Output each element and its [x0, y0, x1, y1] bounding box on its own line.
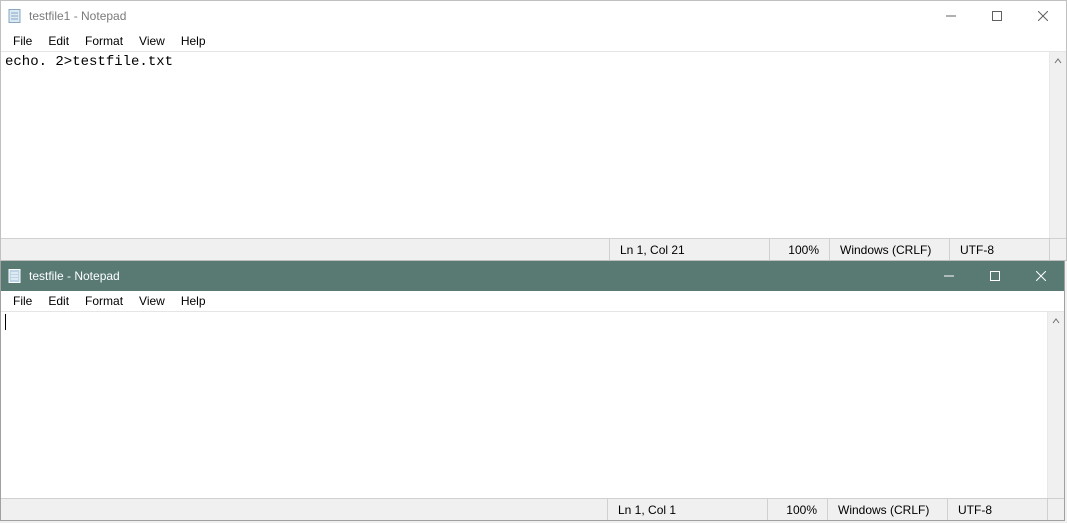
- status-position: Ln 1, Col 21: [609, 239, 769, 260]
- menu-view[interactable]: View: [131, 32, 173, 50]
- window-title: testfile - Notepad: [29, 269, 120, 283]
- notepad-window-1: testfile1 - Notepad File Edit Format Vie…: [0, 0, 1067, 261]
- text-area-wrap-1: echo. 2>testfile.txt: [1, 52, 1066, 238]
- minimize-button[interactable]: [928, 1, 974, 31]
- status-zoom: 100%: [769, 239, 829, 260]
- resize-grip[interactable]: [1049, 239, 1066, 260]
- text-area[interactable]: echo. 2>testfile.txt: [1, 52, 1049, 238]
- notepad-icon: [7, 8, 23, 24]
- notepad-icon: [7, 268, 23, 284]
- notepad-window-2: testfile - Notepad File Edit Format View…: [0, 261, 1065, 521]
- maximize-button[interactable]: [974, 1, 1020, 31]
- menu-view[interactable]: View: [131, 292, 173, 310]
- close-button[interactable]: [1020, 1, 1066, 31]
- text-area-wrap-2: [1, 312, 1064, 498]
- status-encoding: UTF-8: [947, 499, 1047, 520]
- titlebar-2[interactable]: testfile - Notepad: [1, 261, 1064, 291]
- minimize-button[interactable]: [926, 261, 972, 291]
- menu-format[interactable]: Format: [77, 32, 131, 50]
- scroll-up-icon[interactable]: [1050, 52, 1067, 69]
- scroll-up-icon[interactable]: [1048, 312, 1065, 329]
- menu-help[interactable]: Help: [173, 32, 214, 50]
- close-button[interactable]: [1018, 261, 1064, 291]
- text-cursor: [5, 314, 6, 330]
- statusbar-1: Ln 1, Col 21 100% Windows (CRLF) UTF-8: [1, 238, 1066, 260]
- menu-file[interactable]: File: [5, 292, 40, 310]
- vertical-scrollbar[interactable]: [1049, 52, 1066, 238]
- menubar-1: File Edit Format View Help: [1, 31, 1066, 52]
- maximize-button[interactable]: [972, 261, 1018, 291]
- status-encoding: UTF-8: [949, 239, 1049, 260]
- status-zoom: 100%: [767, 499, 827, 520]
- titlebar-1[interactable]: testfile1 - Notepad: [1, 1, 1066, 31]
- status-position: Ln 1, Col 1: [607, 499, 767, 520]
- resize-grip[interactable]: [1047, 499, 1064, 520]
- menu-edit[interactable]: Edit: [40, 292, 77, 310]
- window-title: testfile1 - Notepad: [29, 9, 126, 23]
- menu-help[interactable]: Help: [173, 292, 214, 310]
- menu-edit[interactable]: Edit: [40, 32, 77, 50]
- vertical-scrollbar[interactable]: [1047, 312, 1064, 498]
- text-area[interactable]: [1, 312, 1047, 498]
- menu-file[interactable]: File: [5, 32, 40, 50]
- status-line-ending: Windows (CRLF): [827, 499, 947, 520]
- statusbar-2: Ln 1, Col 1 100% Windows (CRLF) UTF-8: [1, 498, 1064, 520]
- menu-format[interactable]: Format: [77, 292, 131, 310]
- menubar-2: File Edit Format View Help: [1, 291, 1064, 312]
- status-line-ending: Windows (CRLF): [829, 239, 949, 260]
